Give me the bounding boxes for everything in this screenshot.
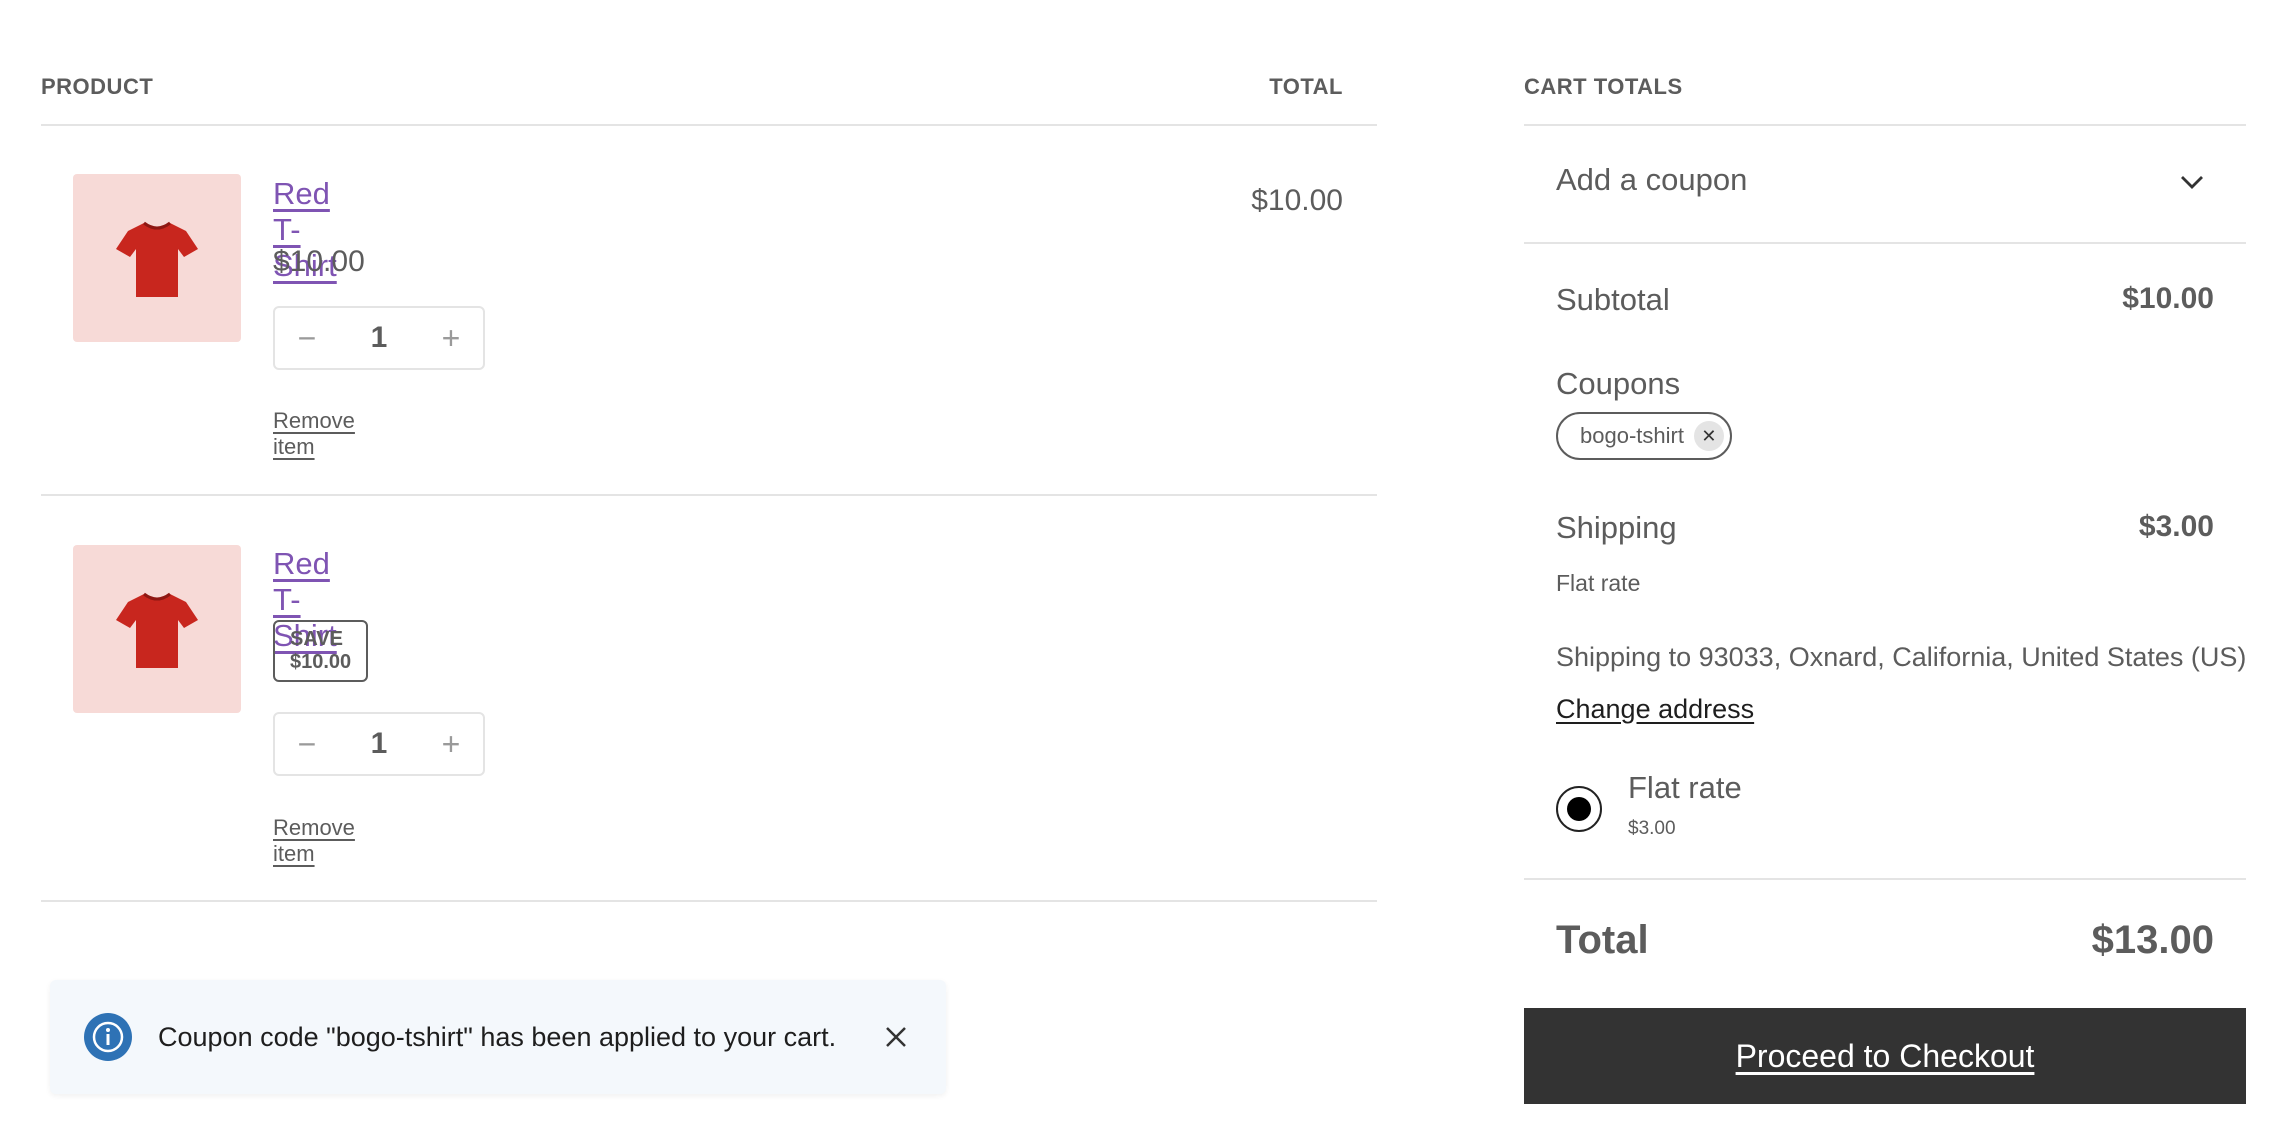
t-shirt-icon <box>116 221 198 297</box>
row-divider <box>41 900 1377 902</box>
proceed-to-checkout-button[interactable]: Proceed to Checkout <box>1524 1008 2246 1104</box>
quantity-value[interactable]: 1 <box>371 321 388 355</box>
coupon-chip: bogo-tshirt ✕ <box>1556 412 1732 460</box>
row-divider <box>41 494 1377 496</box>
shipping-label: Shipping <box>1556 510 1677 545</box>
close-icon[interactable] <box>882 1023 910 1051</box>
totals-divider <box>1524 242 2246 244</box>
add-coupon-toggle[interactable]: Add a coupon <box>1524 126 2246 242</box>
table-header-divider <box>41 124 1377 126</box>
remove-item-link[interactable]: Remove item <box>273 408 355 460</box>
quantity-stepper: − 1 + <box>273 306 485 370</box>
quantity-value[interactable]: 1 <box>371 727 388 761</box>
rate-option-label[interactable]: Flat rate <box>1628 770 1742 806</box>
total-column-header: TOTAL <box>1269 74 1343 99</box>
plus-icon[interactable]: + <box>435 322 467 354</box>
remove-item-link[interactable]: Remove item <box>273 815 355 867</box>
coupon-code: bogo-tshirt <box>1580 423 1684 448</box>
cart-totals-heading: CART TOTALS <box>1524 74 1683 99</box>
rate-option-price: $3.00 <box>1628 818 1676 839</box>
remove-coupon-icon[interactable]: ✕ <box>1693 421 1724 451</box>
shipping-method: Flat rate <box>1556 570 1641 596</box>
chevron-down-icon <box>2178 172 2206 197</box>
save-badge: SAVE $10.00 <box>273 620 369 682</box>
product-column-header: PRODUCT <box>41 74 154 99</box>
add-coupon-label: Add a coupon <box>1556 162 1748 197</box>
change-address-link[interactable]: Change address <box>1556 694 1754 725</box>
info-icon <box>84 1013 132 1061</box>
product-price: $10.00 <box>273 245 365 278</box>
radio-selected-dot <box>1567 797 1591 821</box>
plus-icon[interactable]: + <box>435 728 467 760</box>
minus-icon[interactable]: − <box>291 728 323 760</box>
coupon-applied-notice: Coupon code "bogo-tshirt" has been appli… <box>50 980 946 1094</box>
total-label: Total <box>1556 918 1649 962</box>
product-thumbnail[interactable] <box>73 174 241 342</box>
coupons-label: Coupons <box>1556 366 1681 401</box>
product-thumbnail[interactable] <box>73 545 241 713</box>
shipping-destination: Shipping to 93033, Oxnard, California, U… <box>1556 642 2247 672</box>
subtotal-label: Subtotal <box>1556 282 1670 317</box>
notice-text: Coupon code "bogo-tshirt" has been appli… <box>158 1021 837 1052</box>
total-value: $13.00 <box>2091 918 2214 962</box>
minus-icon[interactable]: − <box>291 322 323 354</box>
t-shirt-icon <box>116 592 198 668</box>
flat-rate-radio[interactable] <box>1556 786 1602 832</box>
line-total: $10.00 <box>1251 184 1343 217</box>
subtotal-value: $10.00 <box>2122 282 2214 315</box>
totals-divider <box>1524 878 2246 880</box>
quantity-stepper: − 1 + <box>273 712 485 776</box>
shipping-value: $3.00 <box>2138 510 2214 543</box>
